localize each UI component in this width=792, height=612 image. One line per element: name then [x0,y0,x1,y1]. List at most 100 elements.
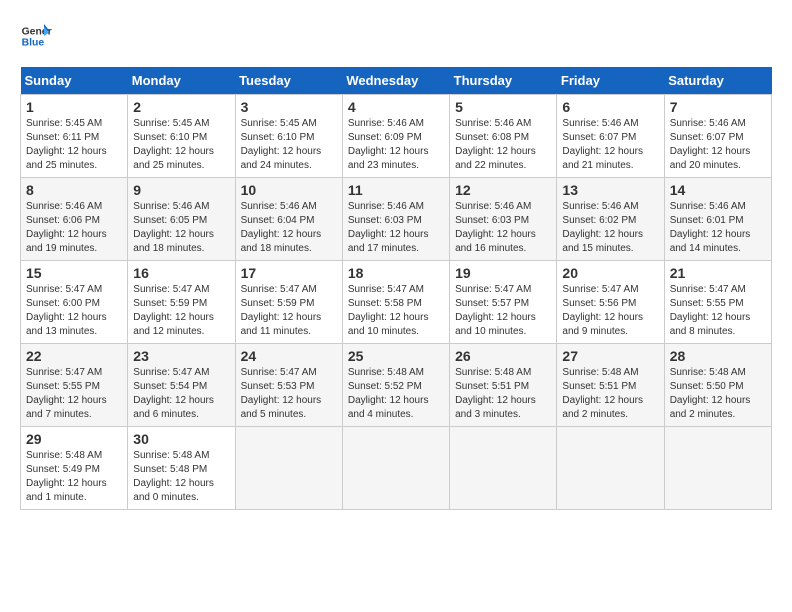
day-info: Sunrise: 5:45 AMSunset: 6:10 PMDaylight:… [133,117,229,173]
day-info: Sunrise: 5:47 AMSunset: 6:00 PMDaylight:… [26,283,122,339]
calendar-cell: 15 Sunrise: 5:47 AMSunset: 6:00 PMDayligh… [21,261,128,344]
day-number: 9 [133,182,229,198]
day-number: 14 [670,182,766,198]
day-info: Sunrise: 5:48 AMSunset: 5:51 PMDaylight:… [562,366,658,422]
calendar-cell: 7 Sunrise: 5:46 AMSunset: 6:07 PMDaylight… [664,95,771,178]
calendar-cell: 12 Sunrise: 5:46 AMSunset: 6:03 PMDayligh… [450,178,557,261]
calendar-cell: 9 Sunrise: 5:46 AMSunset: 6:05 PMDaylight… [128,178,235,261]
day-info: Sunrise: 5:46 AMSunset: 6:03 PMDaylight:… [348,200,444,256]
day-info: Sunrise: 5:48 AMSunset: 5:51 PMDaylight:… [455,366,551,422]
day-info: Sunrise: 5:48 AMSunset: 5:49 PMDaylight:… [26,449,122,505]
day-info: Sunrise: 5:48 AMSunset: 5:50 PMDaylight:… [670,366,766,422]
week-row-4: 22Sunrise: 5:47 AMSunset: 5:55 PMDayligh… [21,344,772,427]
day-info: Sunrise: 5:45 AMSunset: 6:11 PMDaylight:… [26,117,122,173]
week-row-5: 29 Sunrise: 5:48 AMSunset: 5:49 PMDayligh… [21,427,772,510]
day-info: Sunrise: 5:47 AMSunset: 5:58 PMDaylight:… [348,283,444,339]
day-info: Sunrise: 5:46 AMSunset: 6:07 PMDaylight:… [670,117,766,173]
day-number: 1 [26,99,122,115]
calendar-cell: 27 Sunrise: 5:48 AMSunset: 5:51 PMDayligh… [557,344,664,427]
calendar-cell: 2 Sunrise: 5:45 AMSunset: 6:10 PMDaylight… [128,95,235,178]
calendar-cell: 30Sunrise: 5:48 AMSunset: 5:48 PMDayligh… [128,427,235,510]
day-info: Sunrise: 5:46 AMSunset: 6:03 PMDaylight:… [455,200,551,256]
day-number: 11 [348,182,444,198]
day-number: 16 [133,265,229,281]
day-number: 15 [26,265,122,281]
col-thursday: Thursday [450,67,557,95]
calendar-cell: 8 Sunrise: 5:46 AMSunset: 6:06 PMDaylight… [21,178,128,261]
day-number: 12 [455,182,551,198]
week-row-1: 1 Sunrise: 5:45 AMSunset: 6:11 PMDaylight… [21,95,772,178]
calendar-cell: 1 Sunrise: 5:45 AMSunset: 6:11 PMDaylight… [21,95,128,178]
calendar-cell: 17 Sunrise: 5:47 AMSunset: 5:59 PMDayligh… [235,261,342,344]
calendar-cell: 28 Sunrise: 5:48 AMSunset: 5:50 PMDayligh… [664,344,771,427]
day-number: 13 [562,182,658,198]
calendar-cell: 19 Sunrise: 5:47 AMSunset: 5:57 PMDayligh… [450,261,557,344]
calendar-cell: 4 Sunrise: 5:46 AMSunset: 6:09 PMDaylight… [342,95,449,178]
day-number: 18 [348,265,444,281]
day-info: Sunrise: 5:45 AMSunset: 6:10 PMDaylight:… [241,117,337,173]
calendar-cell [450,427,557,510]
week-row-3: 15 Sunrise: 5:47 AMSunset: 6:00 PMDayligh… [21,261,772,344]
week-row-2: 8 Sunrise: 5:46 AMSunset: 6:06 PMDaylight… [21,178,772,261]
day-number: 25 [348,348,444,364]
day-number: 24 [241,348,337,364]
calendar-cell: 14 Sunrise: 5:46 AMSunset: 6:01 PMDayligh… [664,178,771,261]
day-info: Sunrise: 5:46 AMSunset: 6:01 PMDaylight:… [670,200,766,256]
calendar-cell: 20 Sunrise: 5:47 AMSunset: 5:56 PMDayligh… [557,261,664,344]
day-number: 6 [562,99,658,115]
day-info: Sunrise: 5:48 AMSunset: 5:52 PMDaylight:… [348,366,444,422]
day-info: Sunrise: 5:46 AMSunset: 6:06 PMDaylight:… [26,200,122,256]
calendar-cell: 5Sunrise: 5:46 AMSunset: 6:08 PMDaylight… [450,95,557,178]
day-info: Sunrise: 5:47 AMSunset: 5:54 PMDaylight:… [133,366,229,422]
calendar-cell: 24Sunrise: 5:47 AMSunset: 5:53 PMDayligh… [235,344,342,427]
day-info: Sunrise: 5:47 AMSunset: 5:59 PMDaylight:… [241,283,337,339]
day-number: 3 [241,99,337,115]
calendar-cell: 22Sunrise: 5:47 AMSunset: 5:55 PMDayligh… [21,344,128,427]
day-number: 10 [241,182,337,198]
day-info: Sunrise: 5:46 AMSunset: 6:04 PMDaylight:… [241,200,337,256]
calendar-cell: 10 Sunrise: 5:46 AMSunset: 6:04 PMDayligh… [235,178,342,261]
day-number: 2 [133,99,229,115]
logo: General Blue [20,20,52,52]
calendar-cell [235,427,342,510]
day-number: 28 [670,348,766,364]
calendar-cell: 13Sunrise: 5:46 AMSunset: 6:02 PMDayligh… [557,178,664,261]
calendar-cell: 29 Sunrise: 5:48 AMSunset: 5:49 PMDayligh… [21,427,128,510]
day-number: 19 [455,265,551,281]
calendar-cell: 21 Sunrise: 5:47 AMSunset: 5:55 PMDayligh… [664,261,771,344]
calendar-cell [664,427,771,510]
day-info: Sunrise: 5:48 AMSunset: 5:48 PMDaylight:… [133,449,229,505]
day-number: 21 [670,265,766,281]
calendar-cell: 25 Sunrise: 5:48 AMSunset: 5:52 PMDayligh… [342,344,449,427]
day-info: Sunrise: 5:46 AMSunset: 6:05 PMDaylight:… [133,200,229,256]
calendar-cell: 26 Sunrise: 5:48 AMSunset: 5:51 PMDayligh… [450,344,557,427]
calendar-cell: 16 Sunrise: 5:47 AMSunset: 5:59 PMDayligh… [128,261,235,344]
day-info: Sunrise: 5:47 AMSunset: 5:57 PMDaylight:… [455,283,551,339]
day-info: Sunrise: 5:47 AMSunset: 5:55 PMDaylight:… [26,366,122,422]
calendar-cell [342,427,449,510]
calendar-cell: 23 Sunrise: 5:47 AMSunset: 5:54 PMDayligh… [128,344,235,427]
header-row: Sunday Monday Tuesday Wednesday Thursday… [21,67,772,95]
col-saturday: Saturday [664,67,771,95]
day-number: 17 [241,265,337,281]
day-info: Sunrise: 5:47 AMSunset: 5:59 PMDaylight:… [133,283,229,339]
day-number: 23 [133,348,229,364]
day-number: 7 [670,99,766,115]
col-tuesday: Tuesday [235,67,342,95]
day-number: 29 [26,431,122,447]
day-number: 20 [562,265,658,281]
calendar-cell [557,427,664,510]
svg-text:Blue: Blue [22,38,45,49]
day-number: 27 [562,348,658,364]
col-friday: Friday [557,67,664,95]
calendar-cell: 3 Sunrise: 5:45 AMSunset: 6:10 PMDaylight… [235,95,342,178]
calendar-table: Sunday Monday Tuesday Wednesday Thursday… [20,67,772,510]
day-number: 5 [455,99,551,115]
day-info: Sunrise: 5:46 AMSunset: 6:09 PMDaylight:… [348,117,444,173]
day-info: Sunrise: 5:47 AMSunset: 5:56 PMDaylight:… [562,283,658,339]
day-number: 26 [455,348,551,364]
col-sunday: Sunday [21,67,128,95]
day-number: 4 [348,99,444,115]
day-info: Sunrise: 5:47 AMSunset: 5:55 PMDaylight:… [670,283,766,339]
day-number: 8 [26,182,122,198]
